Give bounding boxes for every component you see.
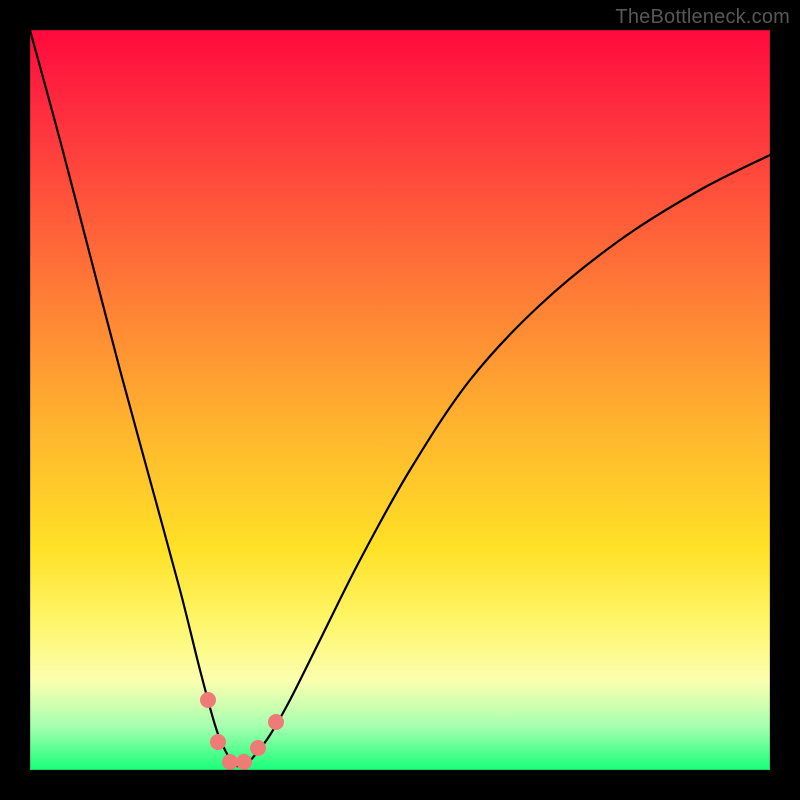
plot-area [30, 30, 770, 770]
watermark-text: TheBottleneck.com [615, 6, 790, 29]
curve-marker [236, 754, 252, 770]
bottleneck-curve [30, 30, 770, 767]
curve-marker [222, 754, 238, 770]
chart-svg [30, 30, 770, 770]
curve-marker [210, 734, 226, 750]
curve-marker [250, 740, 266, 756]
curve-marker [200, 692, 216, 708]
curve-marker [268, 714, 284, 730]
